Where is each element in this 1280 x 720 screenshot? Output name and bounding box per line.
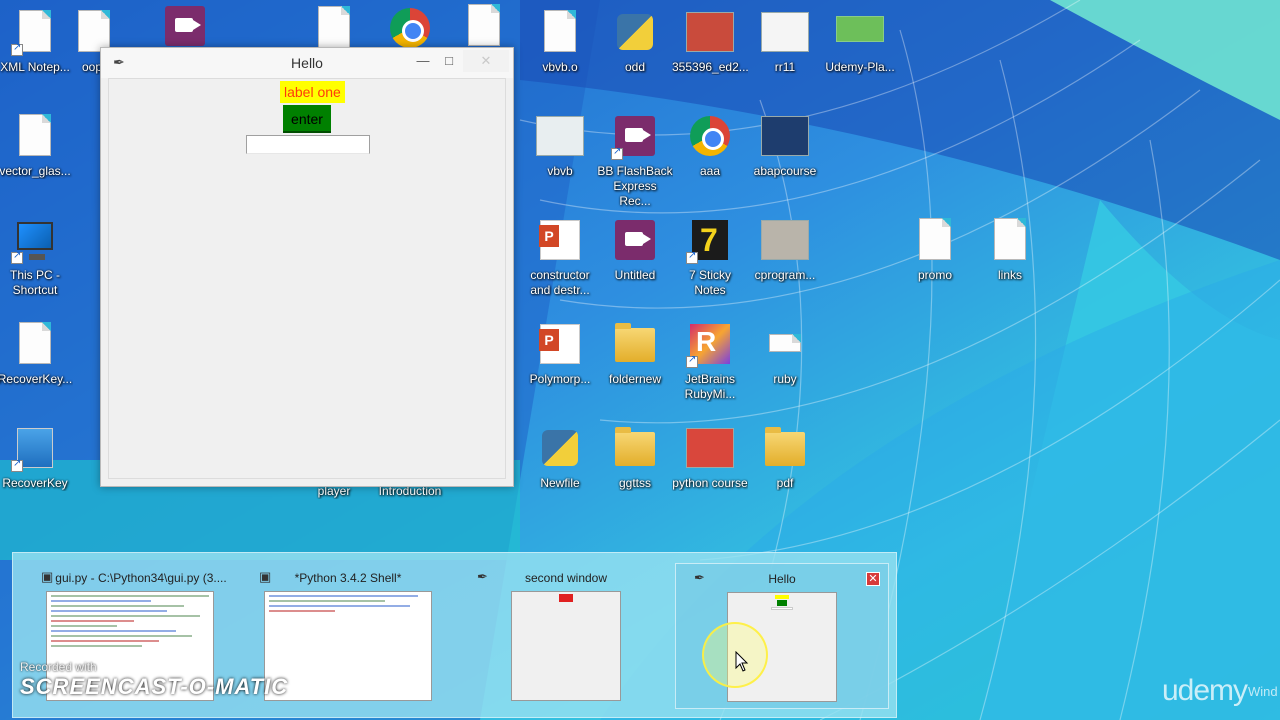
file-icon bbox=[460, 2, 508, 50]
file-icon bbox=[310, 4, 358, 52]
desktop-icon-cprogram[interactable]: cprogram... bbox=[747, 216, 823, 283]
window-titlebar[interactable]: ✒ Hello — □ ✕ bbox=[101, 48, 513, 78]
desktop-icon-vbvb[interactable]: vbvb bbox=[522, 112, 598, 179]
close-button[interactable]: ✕ bbox=[463, 50, 509, 72]
mouse-cursor-icon bbox=[735, 651, 749, 672]
desktop-icon-constructor[interactable]: constructor and destr... bbox=[522, 216, 598, 298]
desktop-icon-aaa[interactable]: aaa bbox=[672, 112, 748, 179]
chrome-icon bbox=[686, 112, 734, 160]
task-title: Hello bbox=[768, 572, 796, 586]
desktop-icon-xml-notepad[interactable]: XML Notep... bbox=[0, 8, 73, 75]
desktop-icon-ruby[interactable]: ruby bbox=[747, 320, 823, 387]
folder-icon bbox=[761, 424, 809, 472]
image-file-icon bbox=[11, 112, 59, 160]
desktop-icon-promo[interactable]: promo bbox=[897, 216, 973, 283]
maximize-button[interactable]: □ bbox=[435, 50, 463, 72]
file-icon bbox=[536, 8, 584, 56]
task-title: *Python 3.4.2 Shell* bbox=[294, 571, 402, 585]
image-thumbnail-icon bbox=[761, 112, 809, 160]
text-entry[interactable] bbox=[246, 135, 370, 154]
task-title: gui.py - C:\Python34\gui.py (3.... bbox=[55, 571, 227, 585]
desktop-icon-abapcourse[interactable]: abapcourse bbox=[747, 112, 823, 179]
file-icon bbox=[986, 216, 1034, 264]
folder-icon bbox=[611, 320, 659, 368]
desktop-icon-udemy-pla[interactable]: Udemy-Pla... bbox=[822, 8, 898, 75]
desktop-icon-odd[interactable]: odd bbox=[597, 8, 673, 75]
flashback-icon bbox=[161, 2, 209, 50]
desktop-icon-recoverkey-file[interactable]: RecoverKey... bbox=[0, 320, 73, 387]
desktop-icon-foldernew[interactable]: foldernew bbox=[597, 320, 673, 387]
image-thumbnail-icon bbox=[686, 8, 734, 56]
desktop-icon-ggttss[interactable]: ggttss bbox=[597, 424, 673, 491]
image-file-icon bbox=[761, 320, 809, 368]
powerpoint-icon bbox=[536, 216, 584, 264]
desktop-icon-this-pc[interactable]: This PC - Shortcut bbox=[0, 216, 73, 298]
xml-file-icon bbox=[11, 8, 59, 56]
sticky-notes-icon bbox=[686, 216, 734, 264]
desktop-icon-sticky-notes[interactable]: 7 Sticky Notes bbox=[672, 216, 748, 298]
hello-window[interactable]: ✒ Hello — □ ✕ label one enter bbox=[100, 47, 514, 487]
task-second-window[interactable]: ✒ second window bbox=[459, 563, 673, 709]
image-thumbnail-icon bbox=[761, 8, 809, 56]
label-one: label one bbox=[280, 81, 345, 103]
computer-icon bbox=[11, 216, 59, 264]
minimize-button[interactable]: — bbox=[409, 50, 437, 72]
enter-button[interactable]: enter bbox=[283, 105, 331, 133]
rubymine-icon bbox=[686, 320, 734, 368]
powerpoint-icon bbox=[536, 320, 584, 368]
python-file-icon bbox=[611, 8, 659, 56]
desktop-icon-python-course[interactable]: python course bbox=[672, 424, 748, 491]
file-icon bbox=[11, 320, 59, 368]
udemy-watermark: udemy bbox=[1162, 674, 1248, 707]
close-icon[interactable]: ✕ bbox=[866, 572, 880, 586]
desktop-icon-links[interactable]: links bbox=[972, 216, 1048, 283]
desktop-icon-pdf[interactable]: pdf bbox=[747, 424, 823, 491]
image-thumbnail-icon bbox=[686, 424, 734, 472]
desktop-icon-newfile[interactable]: Newfile bbox=[522, 424, 598, 491]
desktop-icon-rr11[interactable]: rr11 bbox=[747, 8, 823, 75]
window-client-area: label one enter bbox=[108, 78, 506, 479]
desktop-icon-polymorp[interactable]: Polymorp... bbox=[522, 320, 598, 387]
desktop-icon-vbvbo[interactable]: vbvb.o bbox=[522, 8, 598, 75]
image-thumbnail-icon bbox=[536, 112, 584, 160]
image-thumbnail-icon bbox=[761, 216, 809, 264]
windows-activation-watermark: Wind bbox=[1248, 684, 1278, 699]
second-window-preview bbox=[511, 591, 621, 701]
chrome-icon bbox=[386, 4, 434, 52]
desktop-icon-untitled[interactable]: Untitled bbox=[597, 216, 673, 283]
desktop-icon-bb-flashback[interactable]: BB FlashBack Express Rec... bbox=[597, 112, 673, 209]
file-icon bbox=[911, 216, 959, 264]
flashback-icon bbox=[611, 216, 659, 264]
image-thumbnail-icon bbox=[836, 8, 884, 56]
task-title: second window bbox=[524, 571, 608, 585]
screencast-watermark: Recorded with SCREENCAST-O-MATIC bbox=[20, 660, 289, 699]
python-file-icon bbox=[536, 424, 584, 472]
desktop-icon-recoverkey[interactable]: RecoverKey bbox=[0, 424, 73, 491]
folder-icon bbox=[611, 424, 659, 472]
desktop-icon-355396[interactable]: 355396_ed2... bbox=[672, 8, 748, 75]
desktop-icon-jetbrains[interactable]: JetBrains RubyMi... bbox=[672, 320, 748, 402]
flashback-icon bbox=[611, 112, 659, 160]
shell-preview bbox=[264, 591, 432, 701]
desktop-icon-vector-glass[interactable]: vector_glas... bbox=[0, 112, 73, 179]
recoverkey-icon bbox=[11, 424, 59, 472]
